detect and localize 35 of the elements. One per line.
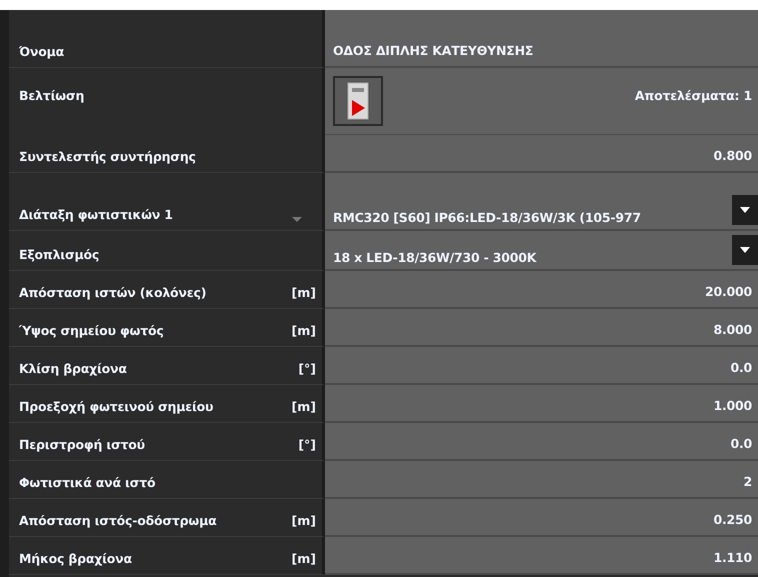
- run-button[interactable]: [333, 76, 383, 126]
- dropdown-button[interactable]: [732, 235, 758, 265]
- property-label: Απόσταση ιστών (κολόνες): [19, 285, 208, 300]
- property-label: Μήκος βραχίονα: [19, 551, 133, 566]
- property-label: Κλίση βραχίονα: [19, 361, 128, 376]
- property-label: Όνομα: [19, 44, 66, 59]
- unit-label: [°]: [298, 361, 316, 376]
- number-value[interactable]: 0.800: [713, 148, 752, 163]
- unit-label: [m]: [292, 551, 316, 566]
- number-value[interactable]: 8.000: [713, 322, 752, 337]
- number-value[interactable]: 1.000: [713, 398, 752, 413]
- property-label: Βελτίωση: [19, 88, 86, 103]
- number-value[interactable]: 1.110: [713, 550, 752, 565]
- property-label: Φωτιστικά ανά ιστό: [19, 475, 156, 490]
- unit-label: [m]: [292, 323, 316, 338]
- number-value[interactable]: 20.000: [704, 284, 752, 299]
- play-icon: [347, 82, 369, 120]
- property-label: Διάταξη φωτιστικών 1: [19, 207, 174, 222]
- property-label: Προεξοχή φωτεινού σημείου: [19, 399, 214, 414]
- unit-label: [m]: [292, 399, 316, 414]
- number-value[interactable]: 0.0: [730, 436, 752, 451]
- number-value[interactable]: 2: [744, 474, 752, 489]
- property-label: Εξοπλισμός: [19, 247, 100, 262]
- dropdown-button[interactable]: [732, 195, 758, 225]
- property-label: Περιστροφή ιστού: [19, 437, 146, 452]
- unit-label: [m]: [292, 513, 316, 528]
- number-value[interactable]: 0.250: [713, 512, 752, 527]
- results-count: Αποτελέσματα: 1: [634, 88, 752, 103]
- unit-label: [m]: [292, 285, 316, 300]
- unit-label: [°]: [298, 437, 316, 452]
- property-label: Συντελεστής συντήρησης: [19, 149, 197, 164]
- property-label: Απόσταση ιστός-οδόστρωμα: [19, 513, 218, 528]
- collapse-icon[interactable]: [292, 217, 302, 222]
- number-value[interactable]: 0.0: [730, 360, 752, 375]
- property-label: Ύψος σημείου φωτός: [19, 323, 165, 338]
